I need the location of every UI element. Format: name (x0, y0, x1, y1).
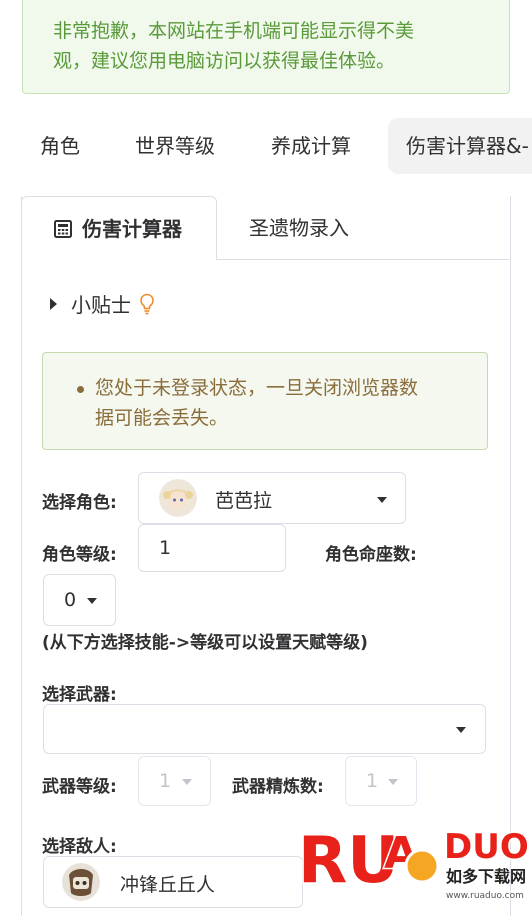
subtab-damage-calculator[interactable]: 伤害计算器 (21, 196, 217, 260)
caret-right-icon (50, 298, 57, 310)
svg-text:如多下载网: 如多下载网 (446, 867, 526, 886)
svg-text:www.ruaduo.com: www.ruaduo.com (446, 891, 524, 901)
svg-text:DUO: DUO (444, 827, 529, 867)
top-tab-bar: 角色 世界等级 养成计算 伤害计算器&- (0, 118, 532, 174)
constellation-select[interactable]: 0 (43, 574, 116, 626)
level-input[interactable]: 1 (138, 524, 286, 572)
subtab-damage-calculator-label: 伤害计算器 (82, 217, 182, 241)
chevron-down-icon (87, 598, 97, 604)
weapon-select[interactable] (43, 704, 486, 754)
weapon-level-select[interactable]: 1 (138, 756, 211, 806)
talent-hint: (从下方选择技能->等级可以设置天赋等级) (42, 633, 368, 653)
weapon-level-value: 1 (159, 770, 172, 792)
character-avatar (159, 479, 197, 517)
enemy-select[interactable]: 冲锋丘丘人 (43, 856, 303, 908)
enemy-value: 冲锋丘丘人 (120, 874, 216, 896)
tips-toggle[interactable]: 小贴士 (50, 290, 155, 320)
refine-label: 武器精炼数: (232, 777, 324, 797)
warning-line-1: 您处于未登录状态，一旦关闭浏览器数 (95, 377, 419, 399)
chevron-down-icon (456, 727, 466, 733)
bullet-dot (77, 386, 84, 393)
constellation-value: 0 (64, 589, 77, 611)
warning-line-2: 据可能会丢失。 (95, 407, 229, 429)
notice-line-1: 非常抱歉，本网站在手机端可能显示得不美 (53, 20, 415, 42)
weapon-label: 选择武器: (42, 685, 117, 705)
enemy-label: 选择敌人: (42, 837, 117, 857)
tab-character[interactable]: 角色 (40, 118, 80, 174)
tab-damage-calc[interactable]: 伤害计算器&- (388, 118, 532, 174)
refine-select[interactable]: 1 (345, 756, 417, 806)
chevron-down-icon (182, 779, 192, 785)
subtab-artifact-entry[interactable]: 圣遗物录入 (249, 196, 349, 260)
character-label: 选择角色: (42, 493, 117, 513)
tips-label: 小贴士 (71, 293, 131, 317)
lightbulb-icon (140, 293, 155, 315)
sub-tab-bar: 伤害计算器 圣遗物录入 (21, 196, 511, 260)
level-label: 角色等级: (42, 545, 117, 565)
level-value: 1 (159, 537, 172, 559)
mobile-notice-banner: 非常抱歉，本网站在手机端可能显示得不美 观，建议您用电脑访问以获得最佳体验。 (22, 0, 510, 94)
character-value: 芭芭拉 (215, 490, 273, 512)
tab-growth-calc[interactable]: 养成计算 (271, 118, 351, 174)
chevron-down-icon (377, 497, 387, 503)
refine-value: 1 (366, 770, 379, 792)
watermark-logo: RU A DUO 如多下载网 www.ruaduo.com (297, 812, 532, 908)
character-select[interactable]: 芭芭拉 (138, 472, 406, 524)
calculator-icon (54, 220, 72, 238)
constellation-label: 角色命座数: (325, 545, 417, 565)
chevron-down-icon (388, 779, 398, 785)
enemy-avatar (62, 863, 100, 901)
tab-world-level[interactable]: 世界等级 (135, 118, 215, 174)
notice-line-2: 观，建议您用电脑访问以获得最佳体验。 (53, 50, 396, 72)
login-warning: 您处于未登录状态，一旦关闭浏览器数 据可能会丢失。 (42, 352, 488, 450)
weapon-level-label: 武器等级: (42, 777, 117, 797)
